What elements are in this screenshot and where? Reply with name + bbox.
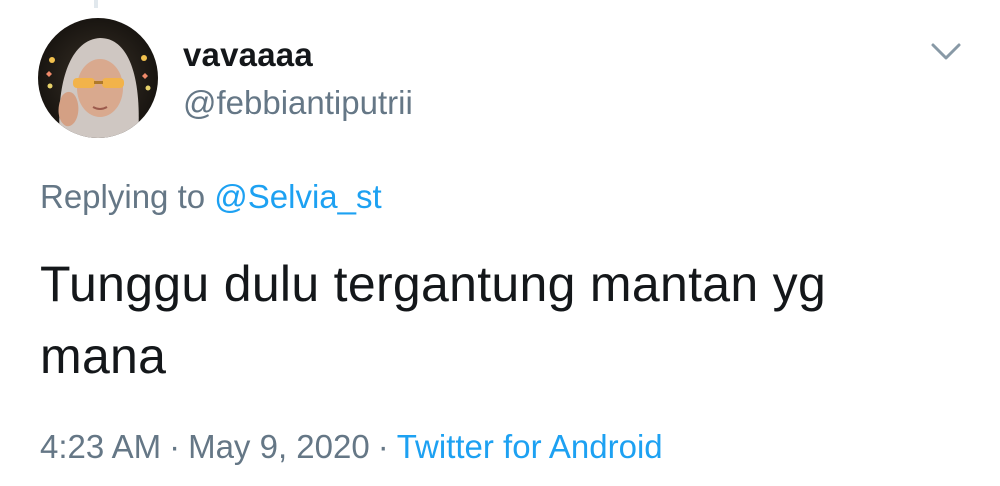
tweet-card: vavaaaa @febbiantiputrii Replying to @Se…	[0, 0, 1000, 486]
replying-to: Replying to @Selvia_st	[40, 178, 382, 216]
thread-connector	[94, 0, 98, 8]
chevron-down-icon[interactable]	[928, 36, 964, 66]
avatar-image	[38, 18, 158, 138]
meta-separator: ·	[169, 428, 181, 465]
avatar[interactable]	[38, 18, 158, 138]
tweet-date[interactable]: May 9, 2020	[188, 428, 370, 465]
tweet-time: 4:23 AM	[40, 428, 162, 465]
meta-separator: ·	[377, 428, 389, 465]
replying-to-label: Replying to	[40, 178, 206, 215]
tweet-meta: 4:23 AM · May 9, 2020 · Twitter for Android	[40, 428, 663, 466]
reply-mention-link[interactable]: @Selvia_st	[214, 178, 381, 215]
user-handle[interactable]: @febbiantiputrii	[183, 84, 413, 122]
display-name[interactable]: vavaaaa	[183, 36, 313, 74]
tweet-source-link[interactable]: Twitter for Android	[397, 428, 663, 465]
tweet-text: Tunggu dulu tergantung mantan yg mana	[40, 256, 827, 384]
